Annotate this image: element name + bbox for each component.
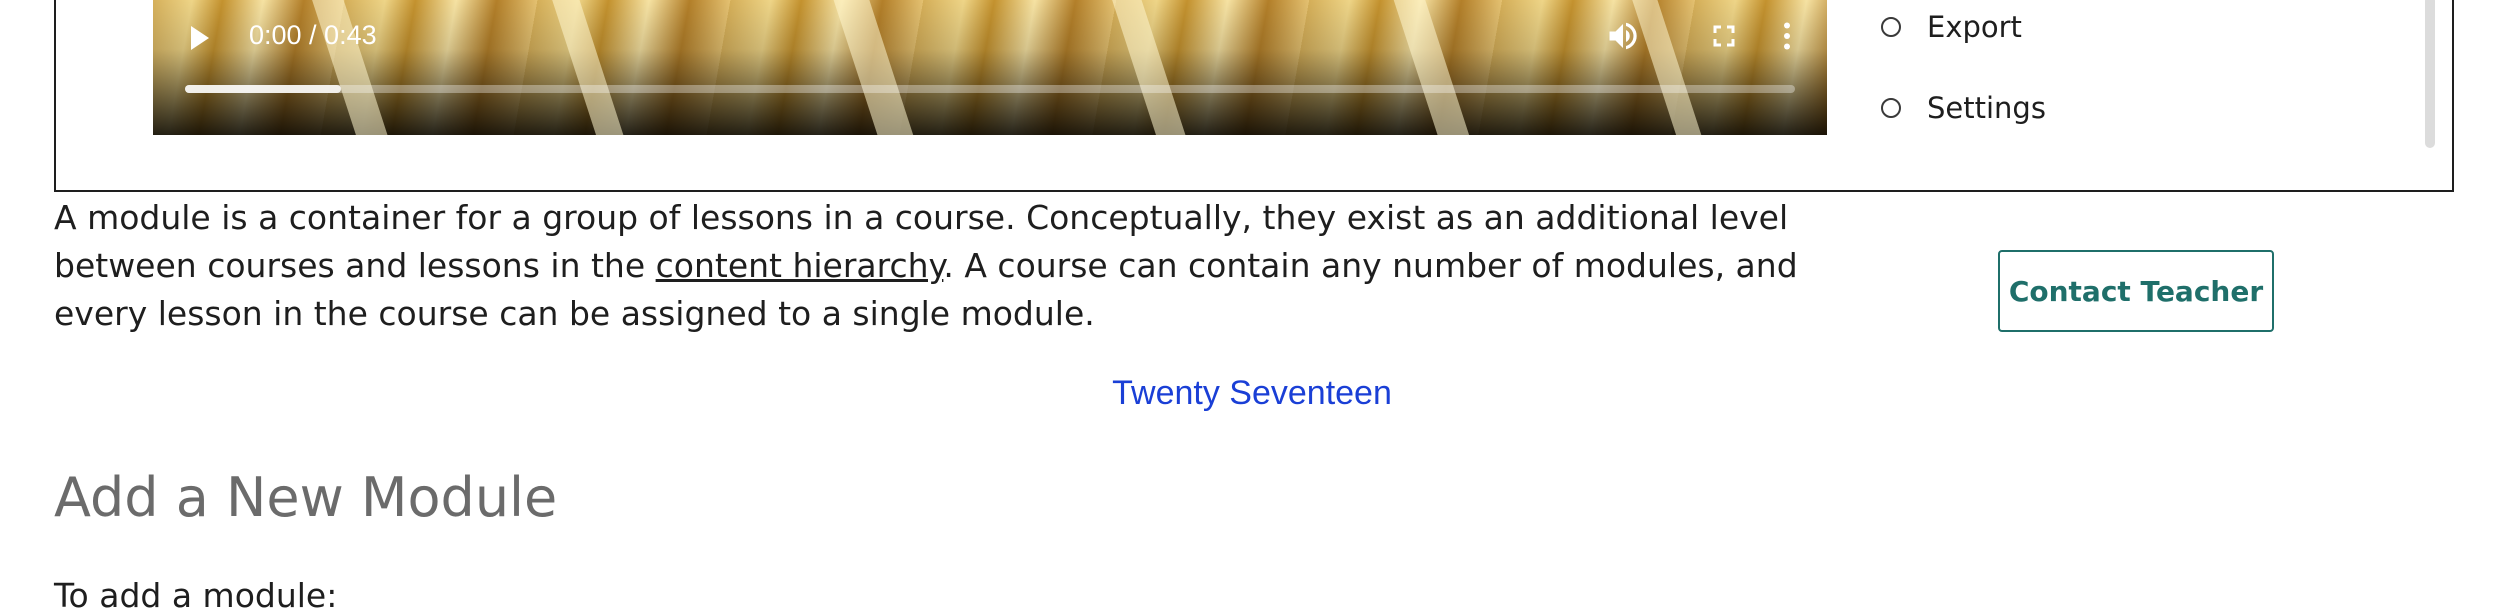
theme-credit: Twenty Seventeen <box>0 374 2504 413</box>
radio-icon[interactable] <box>1881 98 1901 118</box>
module-description: A module is a container for a group of l… <box>54 194 1814 338</box>
video-time: 0:00 / 0:43 <box>249 20 377 50</box>
fullscreen-icon[interactable] <box>1706 18 1742 54</box>
volume-icon[interactable] <box>1605 18 1641 54</box>
video-player[interactable]: 0:00 / 0:43 <box>153 0 1827 135</box>
video-controls: 0:00 / 0:43 <box>153 0 1827 135</box>
lesson-nav-item-settings[interactable]: Settings <box>1881 91 2046 125</box>
lesson-page: 0:00 / 0:43 Export Settings A module is … <box>0 0 2504 614</box>
media-panel: 0:00 / 0:43 Export Settings <box>54 0 2454 192</box>
lesson-nav-scrollbar[interactable] <box>2425 0 2435 148</box>
lesson-nav-label: Export <box>1927 10 2022 44</box>
video-progress-bar[interactable] <box>185 85 1795 93</box>
play-icon[interactable] <box>191 26 209 50</box>
more-vertical-icon[interactable] <box>1769 18 1805 54</box>
video-progress-fill <box>185 85 342 93</box>
section-title: Add a New Module <box>54 466 558 529</box>
lesson-nav-item-export[interactable]: Export <box>1881 10 2022 44</box>
radio-icon[interactable] <box>1881 17 1901 37</box>
content-hierarchy-link[interactable]: content hierarchy <box>656 246 944 285</box>
lesson-nav-label: Settings <box>1927 91 2046 125</box>
section-intro-text: To add a module: <box>54 576 338 614</box>
contact-teacher-button[interactable]: Contact Teacher <box>1998 250 2274 332</box>
theme-link[interactable]: Twenty Seventeen <box>1112 374 1392 412</box>
lesson-navigation: Export Settings <box>1829 0 2449 148</box>
